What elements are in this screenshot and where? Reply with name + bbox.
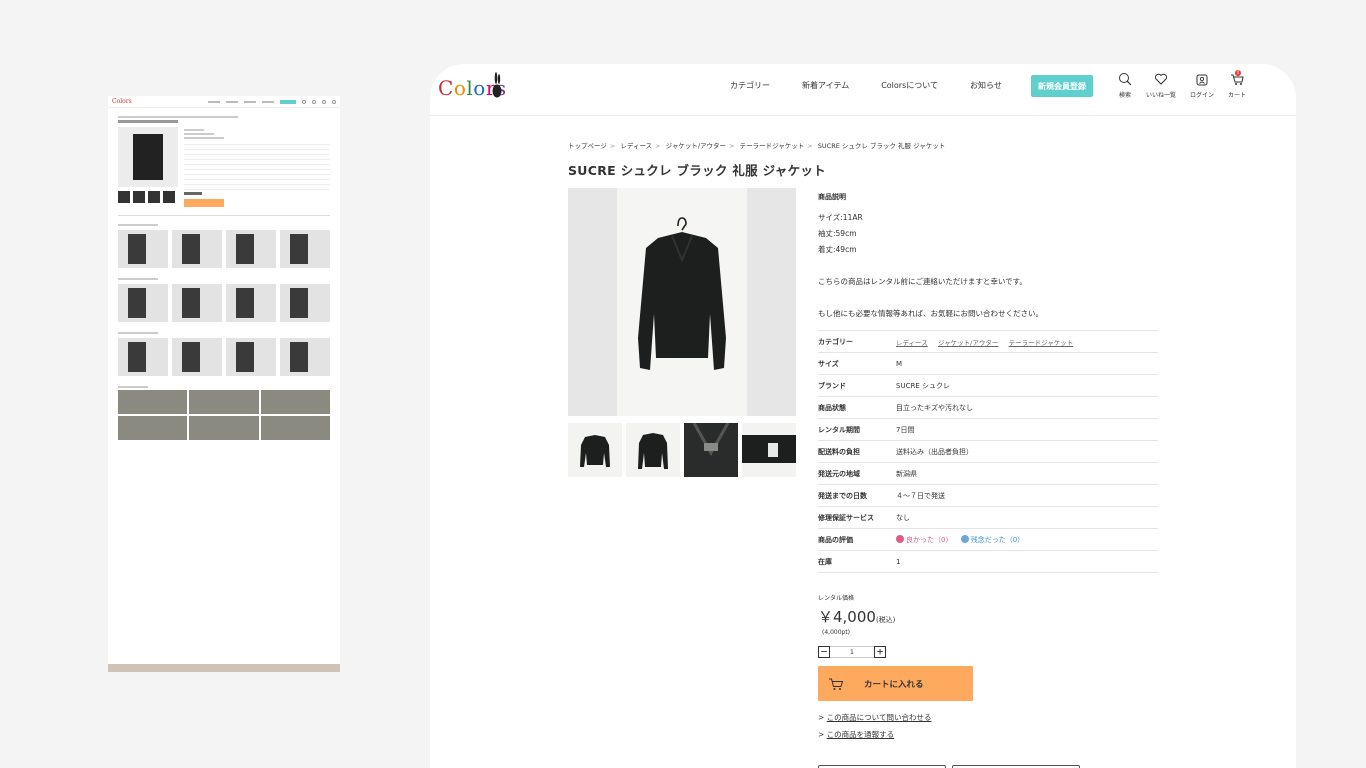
rating-good: 良かった（0） bbox=[896, 534, 952, 544]
page-preview-thumbnail: Colors bbox=[108, 96, 340, 672]
add-to-cart-label: カートに入れる bbox=[864, 679, 924, 690]
cart-label: カート bbox=[1228, 92, 1247, 99]
increase-button[interactable]: + bbox=[874, 646, 886, 658]
spec-row-condition: 商品状態 目立ったキズや汚れなし bbox=[818, 397, 1158, 419]
spec-row-stock: 在庫 1 bbox=[818, 551, 1158, 573]
category-link-tailored[interactable]: テーラードジャケット bbox=[1009, 339, 1074, 347]
spec-row-repair: 修理保証サービス なし bbox=[818, 507, 1158, 529]
header-icons: 検索 いいね一覧 ログイン 0 カート bbox=[1118, 70, 1260, 99]
search-icon bbox=[1119, 73, 1132, 86]
search-label: 検索 bbox=[1118, 92, 1131, 99]
breadcrumb: トップページ > レディース > ジャケット/アウター > テーラードジャケット > S… bbox=[568, 142, 946, 150]
spec-table: カテゴリー レディース ジャケット/アウター テーラードジャケット サイズ M … bbox=[818, 330, 1158, 573]
cart-icon bbox=[829, 678, 844, 690]
decrease-button[interactable]: − bbox=[818, 646, 830, 658]
breadcrumb-tailored[interactable]: テーラードジャケット bbox=[740, 142, 805, 150]
spec-row-brand: ブランド SUCRE シュクレ bbox=[818, 375, 1158, 397]
rabbit-logo-icon bbox=[492, 72, 502, 98]
breadcrumb-ladies[interactable]: レディース bbox=[620, 142, 652, 150]
mini-product-photo bbox=[118, 127, 178, 187]
inquiry-link[interactable]: この商品について問い合わせる bbox=[827, 713, 932, 722]
smile-icon bbox=[896, 534, 904, 543]
spec-row-rating: 商品の評価 良かった（0） 残念だった（0） bbox=[818, 529, 1158, 551]
spec-row-origin: 発送元の地域 新潟県 bbox=[818, 463, 1158, 485]
likes-button[interactable]: いいね一覧 bbox=[1146, 72, 1176, 99]
thumbnail-2[interactable] bbox=[626, 423, 680, 477]
login-button[interactable]: ログイン bbox=[1190, 72, 1214, 99]
sad-face-icon bbox=[960, 534, 969, 543]
cart-count-badge: 0 bbox=[1235, 70, 1242, 76]
thumbnail-strip bbox=[568, 423, 796, 477]
mini-header: Colors bbox=[108, 96, 340, 108]
nav-about[interactable]: Colorsについて bbox=[881, 80, 938, 91]
breadcrumb-home[interactable]: トップページ bbox=[568, 142, 607, 150]
likes-label: いいね一覧 bbox=[1146, 92, 1177, 99]
product-links: > この商品について問い合わせる > この商品を通報する bbox=[818, 713, 932, 739]
category-link-ladies[interactable]: レディース bbox=[896, 339, 928, 347]
quantity-input[interactable]: 1 bbox=[830, 646, 874, 658]
heart-icon bbox=[1154, 73, 1168, 85]
product-description: サイズ:11AR 袖丈:59cm 着丈:49cm こちらの商品はレンタル前にご連… bbox=[818, 213, 1043, 318]
mini-spec-table bbox=[184, 127, 330, 207]
main-product-image[interactable] bbox=[568, 188, 796, 416]
mini-logo: Colors bbox=[112, 98, 132, 105]
spec-row-size: サイズ M bbox=[818, 353, 1158, 375]
product-page: Colors カテゴリー 新着アイテム Colorsについて お知らせ 新規会員… bbox=[430, 64, 1296, 768]
points: (4,000pt) bbox=[822, 629, 851, 636]
cart-button[interactable]: 0 カート bbox=[1228, 70, 1247, 99]
nav-new-items[interactable]: 新着アイテム bbox=[802, 80, 849, 91]
thumbnail-3[interactable] bbox=[684, 423, 738, 477]
spec-row-period: レンタル期間 7日間 bbox=[818, 419, 1158, 441]
rating-bad: 残念だった（0） bbox=[960, 534, 1024, 544]
breadcrumb-jacket[interactable]: ジャケット/アウター bbox=[666, 142, 726, 150]
product-gallery bbox=[568, 188, 796, 477]
nav-category[interactable]: カテゴリー bbox=[730, 80, 770, 91]
main-nav: カテゴリー 新着アイテム Colorsについて お知らせ bbox=[730, 80, 1034, 91]
price-label: レンタル価格 bbox=[818, 595, 855, 602]
breadcrumb-current: SUCRE シュクレ ブラック 礼服 ジャケット bbox=[817, 142, 946, 150]
add-to-cart-button[interactable]: カートに入れる bbox=[818, 666, 973, 701]
report-link[interactable]: この商品を通報する bbox=[827, 730, 895, 739]
search-button[interactable]: 検索 bbox=[1118, 72, 1132, 99]
mini-cart-button bbox=[184, 199, 224, 207]
spec-row-category: カテゴリー レディース ジャケット/アウター テーラードジャケット bbox=[818, 331, 1158, 353]
description-title: 商品説明 bbox=[818, 193, 846, 201]
spec-row-days: 発送までの日数 ４〜７日で発送 bbox=[818, 485, 1158, 507]
register-button[interactable]: 新規会員登録 bbox=[1031, 75, 1093, 97]
product-title: SUCRE シュクレ ブラック 礼服 ジャケット bbox=[568, 163, 826, 178]
product-info: 商品説明 サイズ:11AR 袖丈:59cm 着丈:49cm こちらの商品はレンタ… bbox=[818, 192, 1158, 768]
quantity-stepper: − 1 + bbox=[818, 646, 1158, 658]
mini-nav bbox=[138, 99, 336, 104]
nav-news[interactable]: お知らせ bbox=[970, 80, 1002, 91]
thumbnail-4[interactable] bbox=[742, 423, 796, 477]
category-link-jacket[interactable]: ジャケット/アウター bbox=[938, 339, 998, 347]
thumbnail-1[interactable] bbox=[568, 423, 622, 477]
tax-note: (税込) bbox=[875, 616, 896, 624]
site-header: Colors カテゴリー 新着アイテム Colorsについて お知らせ 新規会員… bbox=[430, 64, 1296, 116]
login-label: ログイン bbox=[1190, 92, 1215, 99]
price: ￥4,000(税込) bbox=[818, 608, 896, 626]
user-icon bbox=[1196, 74, 1208, 86]
product-content: トップページ > レディース > ジャケット/アウター > テーラードジャケット > S… bbox=[568, 140, 1158, 768]
spec-row-shipping: 配送料の負担 送料込み（出品者負担） bbox=[818, 441, 1158, 463]
